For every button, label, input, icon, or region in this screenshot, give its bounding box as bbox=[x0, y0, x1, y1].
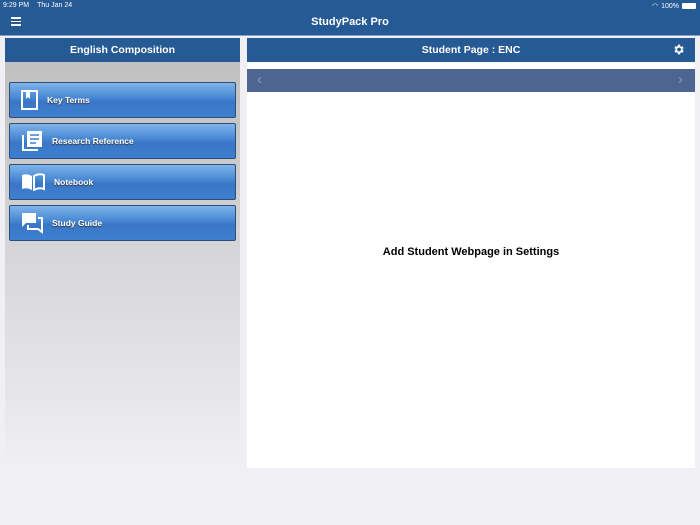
status-bar-left: 9:29 PM Thu Jan 24 bbox=[3, 2, 80, 9]
document-stack-icon bbox=[22, 131, 42, 151]
status-date: Thu Jan 24 bbox=[37, 2, 73, 9]
status-bar-right: ◠ 100% bbox=[652, 2, 696, 10]
notebook-button[interactable]: Notebook bbox=[9, 164, 236, 200]
bookmark-book-icon bbox=[21, 90, 38, 110]
key-terms-button[interactable]: Key Terms bbox=[9, 82, 236, 118]
battery-icon bbox=[682, 3, 696, 9]
key-terms-label: Key Terms bbox=[47, 95, 90, 105]
study-guide-label: Study Guide bbox=[52, 218, 103, 228]
student-page-panel: Student Page : ENC ‹ › Add Student Webpa… bbox=[247, 38, 695, 468]
course-title: English Composition bbox=[5, 38, 240, 62]
open-book-icon bbox=[22, 173, 45, 191]
app-title: StudyPack Pro bbox=[311, 16, 389, 28]
research-reference-button[interactable]: Research Reference bbox=[9, 123, 236, 159]
top-bar: 9:29 PM Thu Jan 24 ◠ 100% StudyPack Pro bbox=[0, 0, 700, 36]
study-guide-button[interactable]: Study Guide bbox=[9, 205, 236, 241]
course-panel: English Composition Key Terms Research R… bbox=[5, 38, 240, 468]
status-time: 9:29 PM bbox=[3, 2, 30, 9]
browser-nav-bar: ‹ › bbox=[247, 69, 695, 92]
student-page-header: Student Page : ENC bbox=[247, 38, 695, 62]
student-page-title: Student Page : ENC bbox=[421, 44, 521, 56]
gear-icon[interactable] bbox=[672, 43, 685, 56]
research-reference-label: Research Reference bbox=[52, 136, 134, 146]
chat-bubbles-icon bbox=[22, 213, 43, 234]
forward-arrow-icon[interactable]: › bbox=[678, 71, 683, 88]
battery-percent: 100% bbox=[661, 2, 679, 10]
notebook-label: Notebook bbox=[54, 177, 94, 187]
empty-webpage-message: Add Student Webpage in Settings bbox=[382, 246, 560, 258]
wifi-icon: ◠ bbox=[651, 3, 659, 10]
back-arrow-icon[interactable]: ‹ bbox=[257, 71, 262, 88]
